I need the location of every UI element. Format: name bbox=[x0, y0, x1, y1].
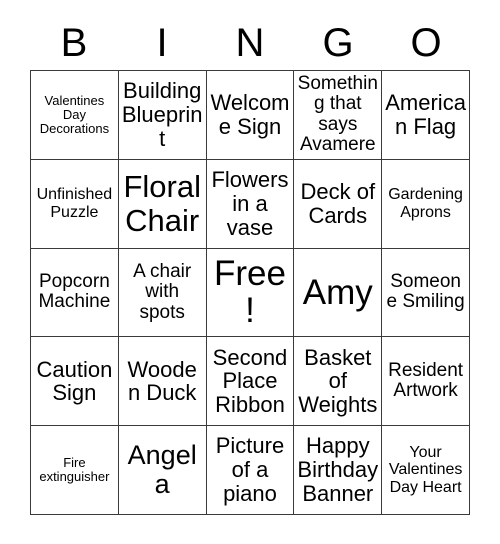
bingo-cell-label: Basket of Weights bbox=[298, 344, 378, 418]
bingo-cell-label: Floral Chair bbox=[123, 169, 201, 238]
bingo-cell[interactable]: Angela bbox=[118, 426, 207, 515]
bingo-cell[interactable]: Something that says Avamere bbox=[294, 71, 383, 160]
bingo-cell[interactable]: Your Valentines Day Heart bbox=[382, 426, 470, 515]
bingo-cell[interactable]: Floral Chair bbox=[118, 159, 207, 249]
bingo-cell[interactable]: Caution Sign bbox=[31, 337, 119, 427]
bingo-cell-label: Unfinished Puzzle bbox=[36, 186, 113, 221]
bingo-cell-label: Your Valentines Day Heart bbox=[388, 444, 463, 496]
bingo-cell-label: Something that says Avamere bbox=[297, 72, 378, 156]
bingo-header-letter-o-text: O bbox=[410, 21, 442, 65]
bingo-cell[interactable]: A chair with spots bbox=[118, 248, 207, 338]
bingo-cell-label: Free! bbox=[214, 253, 286, 331]
bingo-cell-label: Gardening Aprons bbox=[388, 186, 463, 221]
bingo-cell-label: Someone Smiling bbox=[386, 270, 465, 313]
bingo-cell[interactable]: Valentines Day Decorations bbox=[31, 71, 119, 160]
bingo-header-row: B I N G O bbox=[30, 16, 470, 70]
bingo-cell-label: Angela bbox=[127, 439, 197, 500]
bingo-cell-label: American Flag bbox=[385, 90, 466, 139]
bingo-cell-label: Second Place Ribbon bbox=[212, 344, 288, 418]
bingo-cell[interactable]: Someone Smiling bbox=[382, 248, 470, 338]
bingo-cell[interactable]: Second Place Ribbon bbox=[206, 337, 295, 427]
bingo-free-cell[interactable]: Free! bbox=[206, 248, 295, 338]
bingo-cell[interactable]: Deck of Cards bbox=[294, 159, 383, 249]
bingo-cell-label: Amy bbox=[302, 272, 373, 312]
bingo-cell[interactable]: Gardening Aprons bbox=[382, 159, 470, 249]
bingo-cell[interactable]: Happy Birthday Banner bbox=[294, 426, 383, 515]
bingo-header-letter-i: I bbox=[118, 16, 206, 70]
bingo-cell[interactable]: Fire extinguisher bbox=[31, 426, 119, 515]
bingo-header-letter-g: G bbox=[294, 16, 382, 70]
bingo-header-letter-o: O bbox=[382, 16, 470, 70]
bingo-cell-label: Wooden Duck bbox=[127, 356, 197, 406]
bingo-cell[interactable]: Welcome Sign bbox=[206, 71, 295, 160]
bingo-header-letter-b-text: B bbox=[60, 21, 88, 65]
bingo-header-letter-i-text: I bbox=[156, 21, 168, 65]
bingo-cell[interactable]: Wooden Duck bbox=[118, 337, 207, 427]
bingo-cell-label: Caution Sign bbox=[36, 356, 113, 406]
bingo-cell-label: Flowers in a vase bbox=[211, 167, 289, 240]
bingo-header-letter-b: B bbox=[30, 16, 118, 70]
bingo-cell-label: Deck of Cards bbox=[300, 178, 376, 228]
bingo-cell[interactable]: Resident Artwork bbox=[382, 337, 470, 427]
bingo-header-letter-n-text: N bbox=[235, 21, 265, 65]
bingo-cell-label: A chair with spots bbox=[133, 260, 192, 323]
bingo-header-letter-g-text: G bbox=[322, 21, 354, 65]
bingo-cell-label: Popcorn Machine bbox=[38, 270, 111, 313]
bingo-header-letter-n: N bbox=[206, 16, 294, 70]
bingo-cell[interactable]: Unfinished Puzzle bbox=[31, 159, 119, 249]
bingo-cell-label: Happy Birthday Banner bbox=[297, 433, 379, 506]
bingo-cell[interactable]: Popcorn Machine bbox=[31, 248, 119, 338]
bingo-cell[interactable]: American Flag bbox=[382, 71, 470, 160]
bingo-cell[interactable]: Building Blueprint bbox=[118, 71, 207, 160]
bingo-cell-label: Valentines Day Decorations bbox=[39, 92, 110, 136]
bingo-cell-label: Building Blueprint bbox=[121, 78, 203, 151]
bingo-cell-label: Welcome Sign bbox=[210, 90, 290, 139]
bingo-cell[interactable]: Basket of Weights bbox=[294, 337, 383, 427]
bingo-card: B I N G O Valentines Day Decorations Bui… bbox=[0, 0, 500, 544]
bingo-cell[interactable]: Picture of a piano bbox=[206, 426, 295, 515]
bingo-cell[interactable]: Flowers in a vase bbox=[206, 159, 295, 249]
bingo-cell-label: Picture of a piano bbox=[215, 433, 285, 506]
bingo-cell-label: Resident Artwork bbox=[388, 359, 464, 402]
bingo-grid: Valentines Day Decorations Building Blue… bbox=[30, 70, 470, 515]
bingo-cell[interactable]: Amy bbox=[294, 248, 383, 338]
bingo-cell-label: Fire extinguisher bbox=[39, 455, 110, 485]
